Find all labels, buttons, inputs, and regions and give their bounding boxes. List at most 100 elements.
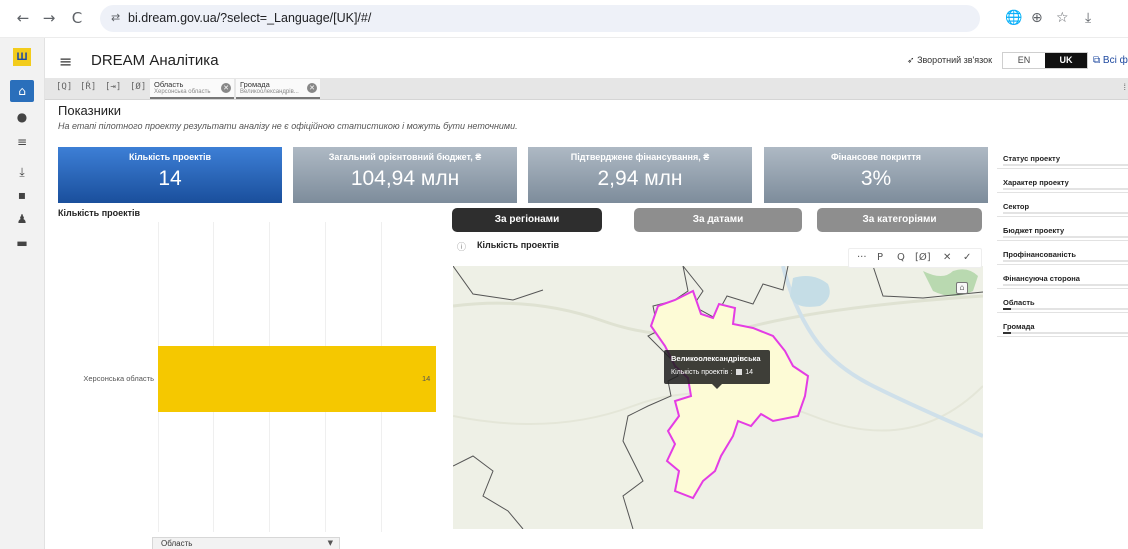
hamburger-menu-icon[interactable]: ≡ [59,52,72,71]
kpi-value: 104,94 млн [350,167,460,190]
language-switch: EN UK [1002,52,1088,69]
left-nav-rail: Ш ⌂ ● ≡ ⤓ ▪ ♟ ▬ [0,38,45,549]
filter-selection-bar [1003,236,1128,238]
chip-value: Великоолександрів... [240,89,299,95]
selections-tool-icon[interactable]: [Q] [56,82,72,92]
filter-selection-bar [1003,284,1128,286]
filter-item[interactable]: Профінансованість [997,246,1128,265]
kpi-value: 14 [158,167,182,190]
page-title: Показники [58,103,121,118]
address-bar[interactable]: ⇄ bi.dream.gov.ua/?select=_Language/[UK]… [100,5,980,32]
feedback-label: Зворотний зв'язок [917,55,993,65]
ukraine-trident-logo[interactable]: Ш [13,48,31,66]
kpi-confirmed-funding[interactable]: Підтверджене фінансування, ₴ 2,94 млн [528,147,752,203]
kpi-value: 2,94 млн [597,167,683,190]
chip-title: Область [154,80,184,89]
filter-selection-fill [1003,308,1011,310]
tab-by-regions[interactable]: За регіонами [452,208,602,232]
step-forward-icon[interactable]: [⇥] [105,82,121,92]
database-icon[interactable]: ● [10,106,34,128]
filter-selection-bar [1003,332,1128,334]
zoom-icon[interactable]: ⊕ [1031,10,1043,26]
map-tooltip: Великоолександрівська Кількість проектів… [664,350,770,389]
feedback-link[interactable]: ➶ Зворотний зв'язок [907,55,992,66]
users-icon[interactable]: ♟ [10,208,34,230]
lang-en-button[interactable]: EN [1003,53,1045,68]
tooltip-region-name: Великоолександрівська [671,354,761,363]
kpi-label: Підтверджене фінансування, ₴ [570,152,710,162]
filter-item[interactable]: Статус проекту [997,150,1128,169]
more-options-icon[interactable]: ⁞ [1123,82,1126,92]
filter-item[interactable]: Характер проекту [997,174,1128,193]
translate-icon[interactable]: 🌐 [1005,10,1022,26]
filter-item[interactable]: Область [997,294,1128,313]
selection-chip-oblast[interactable]: Область Херсонська область ✕ [150,79,234,99]
filter-label: Профінансованість [1003,250,1076,259]
filter-label: Характер проекту [1003,178,1069,187]
lang-uk-button[interactable]: UK [1045,53,1087,68]
chip-title: Громада [240,80,270,89]
clear-selection-icon[interactable]: [Ø] [915,252,931,263]
tooltip-arrow [712,384,722,389]
kpi-label: Загальний орієнтовний бюджет, ₴ [328,152,482,162]
url-text[interactable]: bi.dream.gov.ua/?select=_Language/[UK]/#… [128,11,371,25]
download-icon[interactable]: ⤓ [1085,10,1091,26]
download-icon[interactable]: ⤓ [10,161,34,183]
kpi-label: Кількість проектів [128,152,212,162]
clear-selection-icon[interactable]: ✕ [307,83,317,93]
filter-item[interactable]: Фінансуюча сторона [997,270,1128,289]
tooltip-label: Кількість проектів : [671,369,733,376]
forward-arrow-icon[interactable]: → [40,9,58,27]
filter-item[interactable]: Бюджет проекту [997,222,1128,241]
bar[interactable] [158,346,436,412]
selections-bar: [Q] [Ŕ] [⇥] [Ø] Область Херсонська облас… [45,78,1128,100]
app-title: DREAM Аналітика [91,52,219,69]
kpi-total-budget[interactable]: Загальний орієнтовний бюджет, ₴ 104,94 м… [293,147,517,203]
info-icon[interactable]: ⓘ [457,240,466,253]
kpi-project-count[interactable]: Кількість проектів 14 [58,147,282,203]
home-location-icon[interactable]: ⌂ [956,282,968,294]
filter-selection-bar [1003,164,1128,166]
kpi-label: Фінансове покриття [830,152,922,162]
step-back-icon[interactable]: [Ŕ] [80,82,96,92]
back-arrow-icon[interactable]: ← [14,9,32,27]
tooltip-stat: Кількість проектів : 14 [671,369,753,376]
filter-selection-bar [1003,308,1128,310]
filter-label: Область [1003,298,1035,307]
disclaimer-text: На етапі пілотного проекту результати ан… [58,121,518,131]
filter-label: Фінансуюча сторона [1003,274,1080,283]
clear-all-icon[interactable]: [Ø] [130,82,146,92]
reload-icon[interactable]: C [68,9,86,27]
all-filters-button[interactable]: ⧉ Всі фі [1093,55,1128,66]
bookmark-star-icon[interactable]: ☆ [1056,10,1069,26]
filter-item[interactable]: Сектор [997,198,1128,217]
home-icon[interactable]: ⌂ [10,80,34,102]
search-icon[interactable]: Q [897,252,905,263]
rocket-icon: ➶ [907,56,915,66]
filter-selection-bar [1003,212,1128,214]
bar-chart: Херсонська область 14 [58,222,438,532]
map-svg [453,266,983,529]
list-icon[interactable]: ≡ [10,131,34,153]
tab-by-categories[interactable]: За категоріями [817,208,982,232]
filter-icon: ⧉ [1093,55,1101,66]
kpi-financial-coverage[interactable]: Фінансове покриття 3% [764,147,988,203]
filter-selection-bar [1003,260,1128,262]
filter-label: Громада [1003,322,1035,331]
more-icon[interactable]: ··· [857,252,867,263]
chip-value: Херсонська область [154,89,211,95]
cancel-icon[interactable]: ✕ [943,252,951,263]
confirm-icon[interactable]: ✓ [963,252,971,263]
lasso-icon[interactable]: P [877,252,883,263]
map-view[interactable] [453,266,983,529]
document-icon[interactable]: ▪ [10,184,34,206]
map-toolbar: ··· P Q [Ø] ✕ ✓ [848,248,982,268]
bar-chart-title: Кількість проектів [58,208,141,218]
tab-by-dates[interactable]: За датами [634,208,802,232]
selection-chip-hromada[interactable]: Громада Великоолександрів... ✕ [236,79,320,99]
site-settings-icon[interactable]: ⇄ [111,11,120,24]
filter-item[interactable]: Громада [997,318,1128,337]
stack-icon[interactable]: ▬ [10,232,34,254]
clear-selection-icon[interactable]: ✕ [221,83,231,93]
dimension-dropdown[interactable]: Область ▼ [152,537,340,549]
